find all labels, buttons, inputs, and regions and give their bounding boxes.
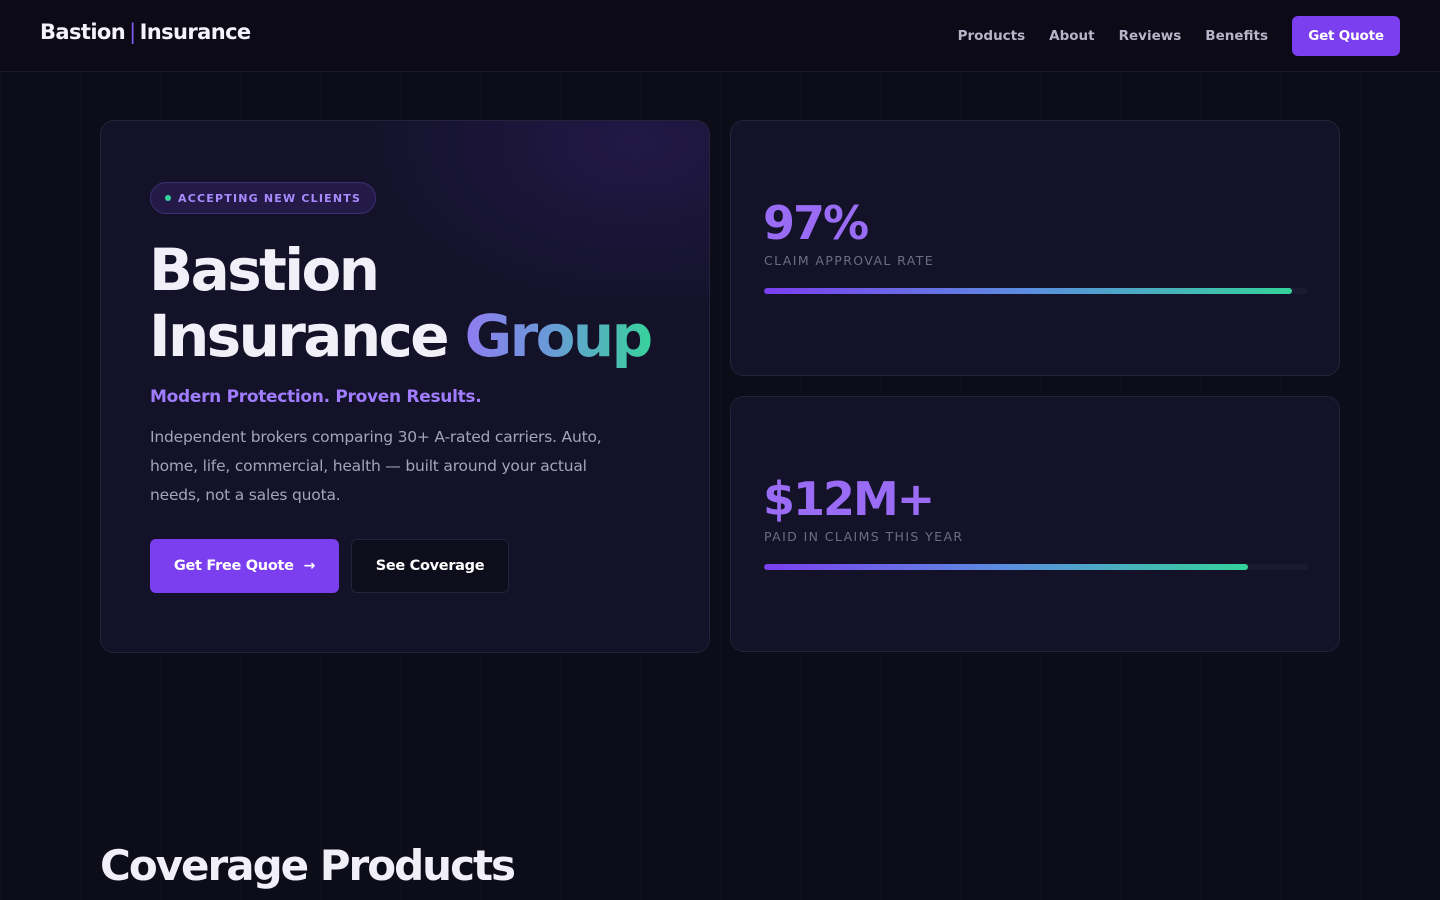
arrow-right-icon: → [303,558,316,574]
main-nav: Products About Reviews Benefits Get Quot… [934,16,1400,56]
status-badge: ACCEPTING NEW CLIENTS [150,182,377,214]
nav-link-products[interactable]: Products [958,28,1026,44]
progress-fill [764,564,1249,570]
hero-title-highlight: Group [464,302,653,370]
status-badge-text: ACCEPTING NEW CLIENTS [178,191,362,205]
progress-track [764,288,1308,294]
stat-card-approval: 97% CLAIM APPROVAL RATE [730,120,1340,376]
stat-label: PAID IN CLAIMS THIS YEAR [764,529,964,544]
brand-name: Bastion [40,20,126,44]
get-free-quote-label: Get Free Quote [173,558,294,574]
nav-link-reviews[interactable]: Reviews [1119,28,1182,44]
progress-track [764,564,1308,570]
hero-tagline: Modern Protection. Proven Results. [150,387,482,407]
brand-logo[interactable]: Bastion | Insurance [40,20,251,44]
site-header: Bastion | Insurance Products About Reviews… [0,0,1440,72]
brand-suffix: Insurance [139,20,252,44]
stat-value: $12M+ [763,472,935,526]
hero-description: Independent brokers comparing 30+ A-rate… [150,428,602,504]
get-quote-button[interactable]: Get Quote [1292,16,1400,56]
hero-title: Bastion Insurance Group [149,236,653,370]
stat-card-claims-paid: $12M+ PAID IN CLAIMS THIS YEAR [730,396,1340,652]
see-coverage-button[interactable]: See Coverage [351,539,509,593]
brand-separator: | [129,20,136,44]
nav-link-about[interactable]: About [1049,28,1094,44]
get-free-quote-button[interactable]: Get Free Quote → [150,539,339,593]
hero-title-line1: Bastion [149,236,380,304]
hero-card: ACCEPTING NEW CLIENTS Bastion Insurance … [100,120,710,653]
stat-label: CLAIM APPROVAL RATE [764,253,935,268]
page: Bastion | Insurance Products About Reviews… [0,0,1440,900]
status-dot-icon [165,195,171,201]
stat-value: 97% [763,196,869,250]
progress-fill [764,288,1292,294]
hero-title-line2a: Insurance [149,302,450,370]
nav-link-benefits[interactable]: Benefits [1205,28,1268,44]
coverage-products-heading: Coverage Products [100,841,516,890]
